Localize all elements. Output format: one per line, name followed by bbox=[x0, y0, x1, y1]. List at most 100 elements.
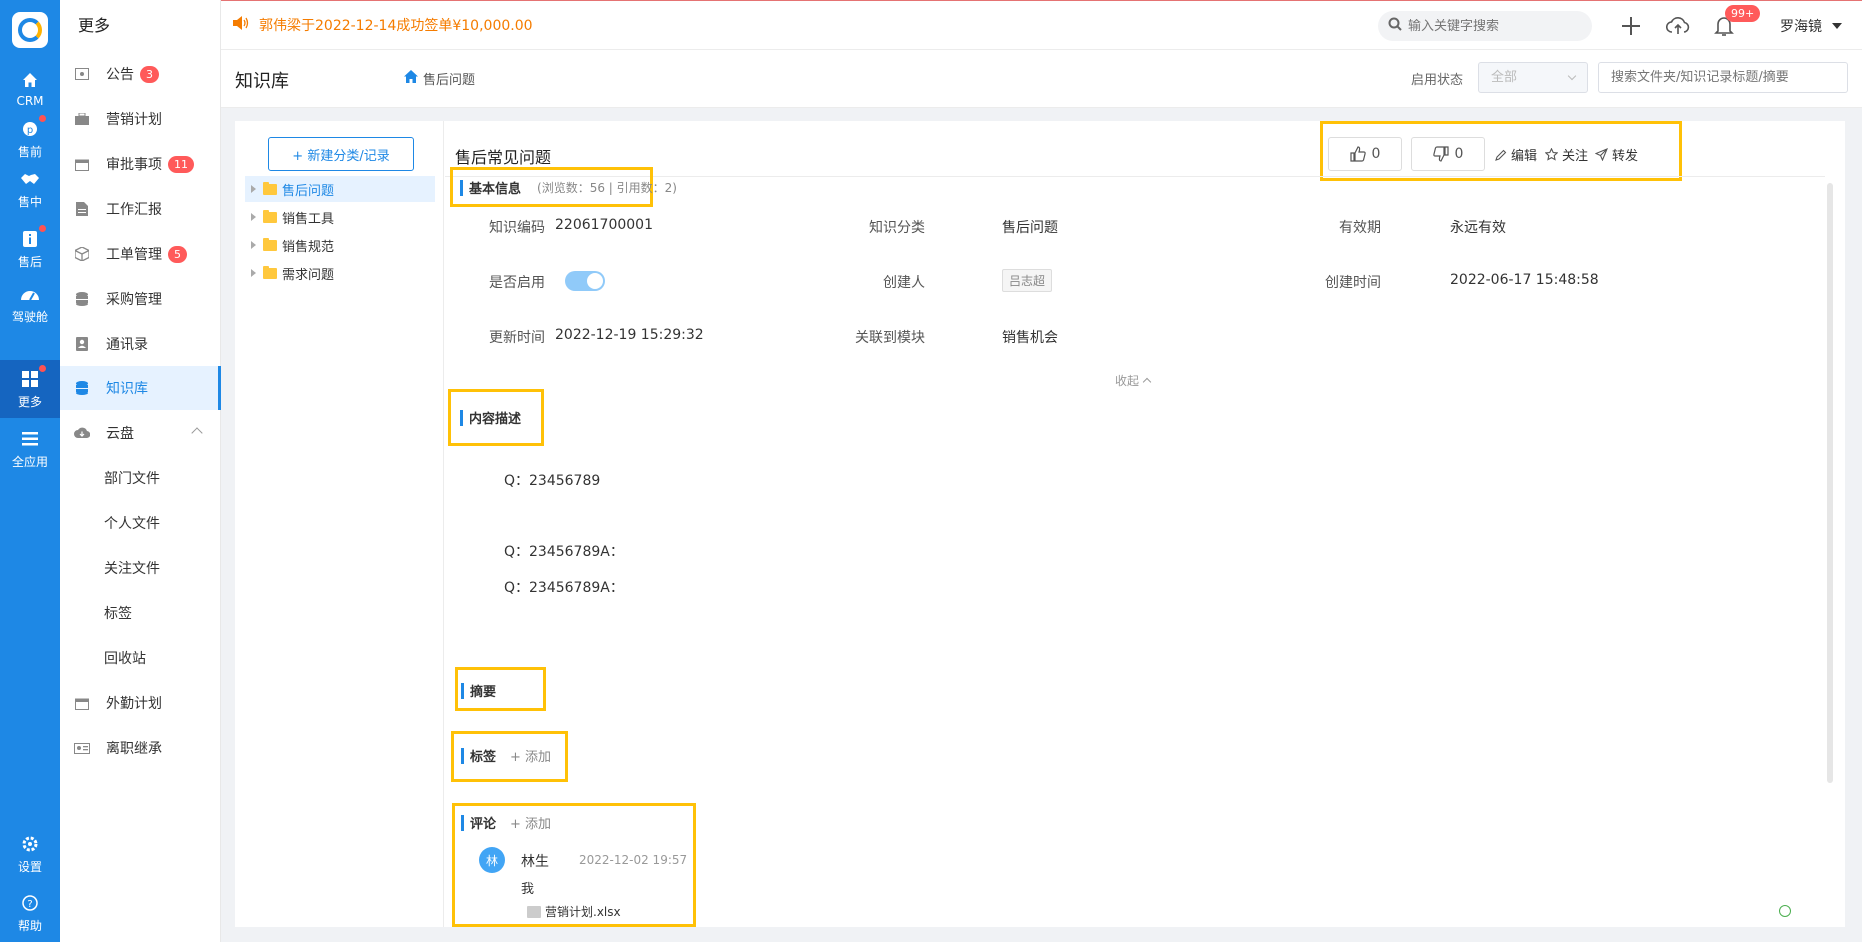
page-header: 知识库 售后问题 启用状态 全部 bbox=[221, 50, 1862, 108]
rail-item-insale[interactable]: 售中 bbox=[0, 160, 60, 218]
announcement-ticker[interactable]: 郭伟梁于2022-12-14成功签单¥10,000.00 bbox=[233, 15, 533, 35]
tree-node-aftersale[interactable]: 售后问题 bbox=[245, 176, 435, 202]
sidebar-item-label: 离职继承 bbox=[106, 741, 162, 757]
gear-icon bbox=[20, 834, 40, 854]
field-value-code: 22061700001 bbox=[555, 217, 653, 233]
sidebar-item-approval[interactable]: 审批事项 11 bbox=[60, 142, 221, 186]
rail-item-label: 更多 bbox=[17, 394, 42, 409]
expand-triangle-icon[interactable] bbox=[251, 241, 256, 249]
rail-item-label: 售前 bbox=[17, 144, 42, 159]
expand-triangle-icon[interactable] bbox=[251, 185, 256, 193]
view-stats: (浏览数：56 | 引用数：2) bbox=[537, 181, 677, 195]
chevron-up-icon bbox=[1142, 377, 1152, 387]
sidebar-item-dept-files[interactable]: 部门文件 bbox=[60, 456, 221, 500]
sidebar-item-personal-files[interactable]: 个人文件 bbox=[60, 501, 221, 545]
sidebar-item-recycle-bin[interactable]: 回收站 bbox=[60, 636, 221, 680]
count-badge: 5 bbox=[168, 245, 187, 263]
section-content: 内容描述 bbox=[460, 408, 521, 427]
rail-item-label: 售后 bbox=[17, 254, 42, 269]
new-category-button[interactable]: + 新建分类/记录 bbox=[268, 137, 414, 171]
thumbs-down-icon bbox=[1432, 146, 1449, 162]
user-menu[interactable]: 罗海镜 bbox=[1780, 16, 1842, 36]
sidebar-item-cloud[interactable]: 云盘 bbox=[60, 411, 221, 455]
knowledge-card: + 新建分类/记录 售后问题 销售工具 销售规范 需求问题 售后常见问题 0 0… bbox=[235, 121, 1845, 927]
document-detail: 售后常见问题 0 0 编辑 关注 转发 基本信息 (浏览数：56 | 引用数：2… bbox=[445, 121, 1845, 927]
like-button[interactable]: 0 bbox=[1328, 137, 1402, 171]
expand-triangle-icon[interactable] bbox=[251, 213, 256, 221]
follow-button[interactable]: 关注 bbox=[1545, 145, 1588, 164]
edit-button[interactable]: 编辑 bbox=[1495, 145, 1537, 164]
tree-node-label: 销售工具 bbox=[282, 211, 335, 227]
add-comment-button[interactable]: + 添加 bbox=[510, 813, 551, 832]
sidebar-item-resignation[interactable]: 离职继承 bbox=[60, 726, 221, 770]
tree-node-requirements[interactable]: 需求问题 bbox=[245, 260, 435, 286]
sidebar-title: 更多 bbox=[78, 16, 111, 35]
comment-time: 2022-12-02 19:57 bbox=[579, 853, 688, 867]
status-filter-label: 启用状态 bbox=[1411, 73, 1464, 88]
sidebar-item-purchase[interactable]: 采购管理 bbox=[60, 277, 221, 321]
tree-node-label: 售后问题 bbox=[282, 183, 335, 199]
enabled-toggle[interactable] bbox=[565, 271, 605, 291]
home-icon bbox=[20, 70, 40, 90]
expand-triangle-icon[interactable] bbox=[251, 269, 256, 277]
dislike-button[interactable]: 0 bbox=[1411, 137, 1485, 171]
bell-icon[interactable]: 99+ bbox=[1711, 5, 1761, 39]
scrollbar[interactable] bbox=[1827, 183, 1833, 783]
sidebar-item-knowledge[interactable]: 知识库 bbox=[60, 366, 221, 410]
sidebar-item-workorder[interactable]: 工单管理 5 bbox=[60, 232, 221, 276]
status-filter-select[interactable]: 全部 bbox=[1478, 62, 1588, 93]
content-line: Q：23456789A： bbox=[504, 544, 624, 560]
rail-item-more[interactable]: 更多 bbox=[0, 360, 60, 418]
add-tag-button[interactable]: + 添加 bbox=[510, 746, 551, 765]
cloud-upload-icon[interactable] bbox=[1665, 13, 1691, 39]
secondary-sidebar: 更多 公告 3 营销计划 审批事项 11 工作汇报 工单管理 5 采购管理 通讯… bbox=[60, 0, 221, 942]
creator-chip: 吕志超 bbox=[1002, 269, 1053, 292]
rail-item-settings[interactable]: 设置 bbox=[0, 825, 60, 883]
sidebar-item-tags[interactable]: 标签 bbox=[60, 591, 221, 635]
chevron-down-icon bbox=[1567, 71, 1577, 81]
breadcrumb-current[interactable]: 售后问题 bbox=[423, 69, 475, 88]
info-icon bbox=[20, 224, 46, 249]
rail-item-aftersale[interactable]: 售后 bbox=[0, 220, 60, 278]
sidebar-item-contacts[interactable]: 通讯录 bbox=[60, 322, 221, 366]
pencil-icon bbox=[1495, 149, 1507, 161]
folder-icon bbox=[263, 265, 277, 279]
like-count: 0 bbox=[1371, 146, 1381, 162]
section-summary: 摘要 bbox=[461, 681, 496, 700]
knowledge-search-input[interactable] bbox=[1598, 62, 1848, 93]
app-logo[interactable] bbox=[12, 12, 48, 48]
sidebar-item-report[interactable]: 工作汇报 bbox=[60, 187, 221, 231]
tree-node-sales-tools[interactable]: 销售工具 bbox=[245, 204, 435, 230]
add-icon[interactable] bbox=[1618, 13, 1644, 39]
collapse-toggle[interactable]: 收起 bbox=[1115, 372, 1152, 389]
cube-icon bbox=[74, 247, 90, 261]
rail-item-cockpit[interactable]: 驾驶舱 bbox=[0, 275, 60, 333]
content-line: Q：23456789A： bbox=[504, 580, 624, 596]
sidebar-item-label: 采购管理 bbox=[106, 292, 162, 308]
search-input[interactable] bbox=[1408, 18, 1578, 34]
global-search[interactable] bbox=[1378, 11, 1592, 41]
sidebar-item-field-plan[interactable]: 外勤计划 bbox=[60, 681, 221, 725]
sidebar-item-followed-files[interactable]: 关注文件 bbox=[60, 546, 221, 590]
sidebar-item-announcement[interactable]: 公告 3 bbox=[60, 52, 221, 96]
rail-item-help[interactable]: ? 帮助 bbox=[0, 884, 60, 942]
sidebar-item-marketing[interactable]: 营销计划 bbox=[60, 97, 221, 141]
svg-text:p: p bbox=[27, 125, 33, 136]
calendar-icon bbox=[74, 696, 90, 710]
sidebar-item-label: 公告 bbox=[106, 67, 134, 83]
home-icon[interactable] bbox=[404, 70, 418, 87]
status-filter-value: 全部 bbox=[1491, 70, 1518, 85]
svg-text:?: ? bbox=[27, 899, 32, 910]
attachment-link[interactable]: 营销计划.xlsx bbox=[545, 903, 621, 920]
dislike-count: 0 bbox=[1454, 146, 1464, 162]
star-icon bbox=[1545, 148, 1558, 161]
forward-button[interactable]: 转发 bbox=[1595, 145, 1638, 164]
announcement-icon bbox=[74, 67, 90, 81]
folder-icon bbox=[263, 237, 277, 251]
tree-node-sales-rules[interactable]: 销售规范 bbox=[245, 232, 435, 258]
rail-item-all-apps[interactable]: 全应用 bbox=[0, 420, 60, 478]
rail-item-label: 售中 bbox=[17, 194, 42, 209]
caret-down-icon bbox=[1832, 23, 1842, 29]
folder-icon bbox=[263, 181, 277, 195]
briefcase-icon bbox=[74, 112, 90, 126]
